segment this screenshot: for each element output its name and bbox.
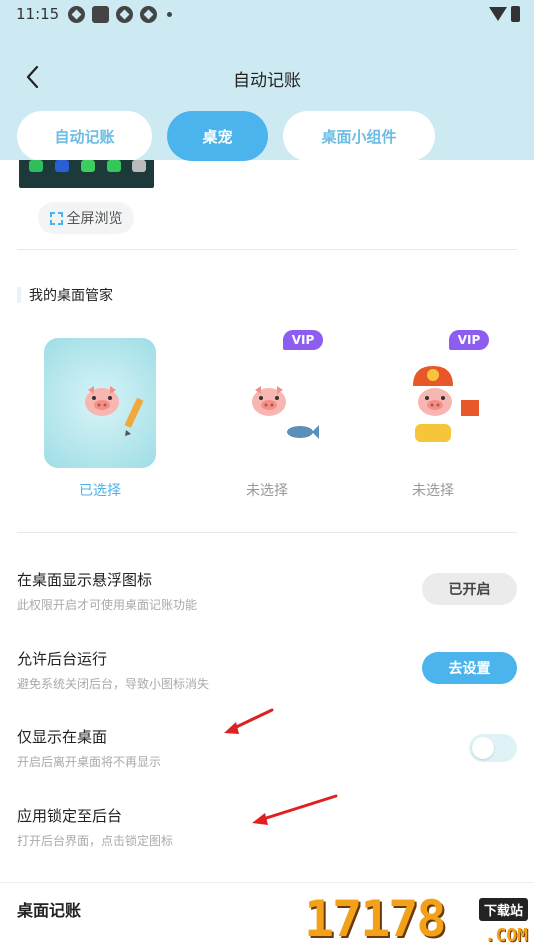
setting-float-icon: 在桌面显示悬浮图标 此权限开启才可使用桌面记账功能 已开启 <box>17 569 517 629</box>
setting-title: 仅显示在桌面 <box>17 728 108 746</box>
pig-mascot-icon <box>252 386 286 416</box>
setting-title: 应用锁定至后台 <box>17 807 123 825</box>
top-area: 11:15 自动记账 自动记账 桌宠 桌面小组件 <box>0 0 534 161</box>
butler-title: 我的桌面管家 <box>29 288 113 304</box>
fullscreen-label: 全屏浏览 <box>66 211 123 227</box>
red-arrow-annotation-icon <box>252 794 338 825</box>
pet-option-1[interactable] <box>44 338 156 468</box>
app-icon <box>55 160 69 172</box>
app-icon <box>107 160 121 172</box>
setting-title: 在桌面显示悬浮图标 <box>17 571 153 589</box>
red-arrow-annotation-icon <box>224 708 274 734</box>
divider <box>17 249 517 250</box>
pet-status-2: 未选择 <box>246 483 288 499</box>
pet-option-3[interactable]: VIP <box>377 330 489 468</box>
pet-option-2[interactable]: VIP <box>211 330 323 468</box>
status-bar: 11:15 <box>0 0 534 30</box>
section-title: 我的桌面管家 <box>17 285 113 305</box>
setting-title: 允许后台运行 <box>17 650 108 668</box>
tab-auto-bookkeeping[interactable]: 自动记账 <box>17 111 152 161</box>
more-notifications-icon <box>167 12 172 17</box>
divider <box>17 532 517 533</box>
pig-mascot-icon <box>418 388 452 416</box>
box-icon <box>461 400 479 416</box>
app-notification-icon <box>68 6 85 23</box>
tab-bar: 自动记账 桌宠 桌面小组件 <box>0 111 534 161</box>
setting-subtitle: 此权限开启才可使用桌面记账功能 <box>17 598 198 612</box>
vip-badge: VIP <box>449 330 489 350</box>
desktop-only-toggle[interactable] <box>469 734 517 762</box>
app-notification-icon <box>92 6 109 23</box>
pig-mascot-icon <box>85 386 119 416</box>
system-icons <box>489 6 520 22</box>
watermark-digits: 17178 <box>304 890 447 948</box>
toggle-knob <box>472 737 494 759</box>
app-icon <box>81 160 95 172</box>
pencil-icon <box>124 397 144 436</box>
status-time: 11:15 <box>16 5 60 23</box>
setting-subtitle: 打开后台界面，点击锁定图标 <box>17 834 174 848</box>
app-icon <box>132 160 146 172</box>
notification-icons <box>68 6 172 23</box>
fish-icon <box>287 425 319 439</box>
setting-subtitle: 避免系统关闭后台，导致小图标消失 <box>17 677 210 691</box>
app-notification-icon <box>116 6 133 23</box>
watermark-domain: .COM <box>484 925 528 946</box>
app-notification-icon <box>140 6 157 23</box>
site-watermark-logo: 17178 下载站 .COM <box>304 890 534 950</box>
fullscreen-button[interactable]: 全屏浏览 <box>38 202 134 234</box>
setting-subtitle: 开启后离开桌面将不再显示 <box>17 755 162 769</box>
pet-status-1: 已选择 <box>79 483 121 499</box>
app-icon <box>29 160 43 172</box>
desktop-bookkeeping-title: 桌面记账 <box>17 901 82 920</box>
watermark-tag: 下载站 <box>478 898 528 921</box>
go-settings-button[interactable]: 去设置 <box>422 652 517 684</box>
fullscreen-icon <box>49 211 63 225</box>
setting-background-run: 允许后台运行 避免系统关闭后台，导致小图标消失 去设置 <box>17 648 517 708</box>
header: 自动记账 <box>0 56 534 96</box>
tab-desktop-pet[interactable]: 桌宠 <box>167 111 268 161</box>
float-icon-enabled-button[interactable]: 已开启 <box>422 573 517 605</box>
preview-image <box>19 160 154 188</box>
pet-status-3: 未选择 <box>412 483 454 499</box>
page-title: 自动记账 <box>233 71 301 91</box>
tab-desktop-widget[interactable]: 桌面小组件 <box>283 111 435 161</box>
wifi-icon <box>489 7 507 21</box>
section-marker <box>17 287 21 303</box>
uniform-icon <box>415 424 451 442</box>
vip-badge: VIP <box>283 330 323 350</box>
battery-icon <box>511 6 520 22</box>
